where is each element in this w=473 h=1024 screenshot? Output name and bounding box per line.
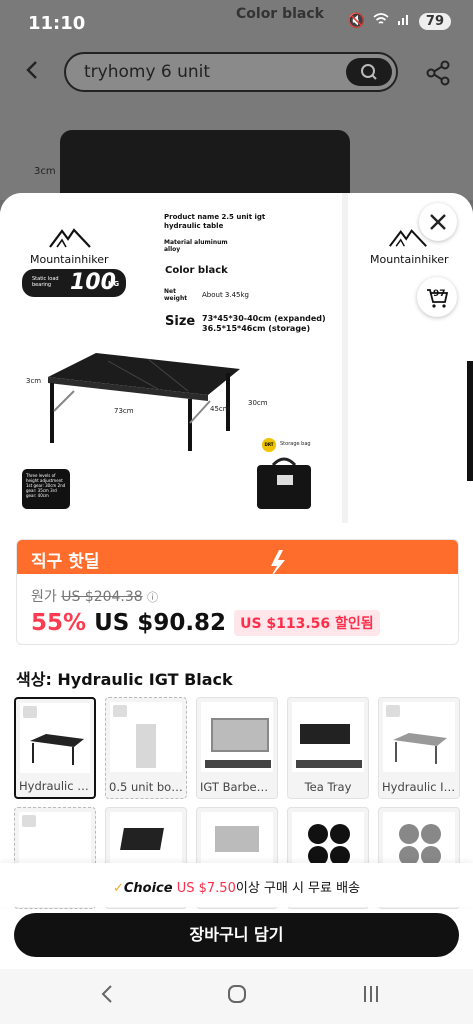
option-logo <box>23 706 37 718</box>
storage-bag-tag: Storage bag <box>280 441 311 447</box>
deal-header: 직구 핫딜 <box>17 540 458 580</box>
option-half-unit-board[interactable]: 0.5 unit board <box>105 697 187 799</box>
close-icon <box>430 214 446 230</box>
share-button[interactable] <box>423 58 453 88</box>
chevron-left-icon <box>26 61 37 79</box>
option-image <box>383 702 455 772</box>
option-tea-tray[interactable]: Tea Tray <box>287 697 369 799</box>
nav-back-button[interactable] <box>92 983 122 1009</box>
free-shipping-bar: ✓Choice US $7.50이상 구매 시 무료 배송 <box>0 863 473 907</box>
search-icon <box>361 64 377 80</box>
free-shipping-text: ✓Choice US $7.50이상 구매 시 무료 배송 <box>0 877 473 896</box>
back-button[interactable] <box>16 56 48 88</box>
brand-name: Mountainhiker <box>30 253 109 266</box>
spec-color: Color black <box>165 265 228 276</box>
spec-size-label: Size <box>165 314 196 329</box>
option-hydraulic-igt-silver[interactable]: Hydraulic IGT Silver <box>378 697 460 799</box>
option-image <box>201 702 273 772</box>
option-image <box>20 703 90 773</box>
deal-banner: 직구 핫딜 원가 US $204.38 ⓘ 55% US $90.82 US $… <box>16 539 459 645</box>
product-image-second[interactable]: Mountainhiker <box>342 193 473 523</box>
choice-check-icon: ✓ <box>112 881 124 896</box>
spec-net-weight-value: About 3.45kg <box>202 291 250 299</box>
option-label: Hydraulic IGT Black <box>19 779 94 793</box>
spec-product-name: Product name 2.5 unit igt hydraulic tabl… <box>164 213 266 230</box>
lightning-icon <box>269 550 285 580</box>
load-label: Static load bearing <box>32 276 59 288</box>
table-illustration <box>48 353 240 451</box>
cart-count: 97 <box>433 289 446 299</box>
signal-icon <box>397 12 411 30</box>
close-button[interactable] <box>419 203 457 241</box>
share-icon <box>426 60 450 86</box>
search-query: tryhomy 6 unit <box>84 62 211 82</box>
option-igt-barbecue-grill[interactable]: IGT Barbecue Grill <box>196 697 278 799</box>
shipping-text: 이상 구매 시 무료 배송 <box>235 881 361 896</box>
dim-30cm: 30cm <box>248 399 268 407</box>
nav-home-button[interactable] <box>222 983 252 1009</box>
shipping-threshold: US $7.50 <box>176 881 236 896</box>
background-dim-label: 3cm <box>34 166 56 177</box>
gear-note: Three levels of height adjustment 1st ge… <box>22 469 70 509</box>
load-badge: Static load bearing 100 KG <box>22 269 126 297</box>
search-button[interactable] <box>346 58 392 86</box>
option-label: IGT Barbecue Grill <box>200 780 277 794</box>
option-label: Hydraulic IGT Silver <box>382 780 459 794</box>
mute-icon: 🔇 <box>347 13 365 29</box>
add-to-cart-button[interactable]: 장바구니 담기 <box>14 913 459 957</box>
original-price-row: 원가 US $204.38 ⓘ <box>31 586 158 606</box>
saving-badge: US $113.56 할인됨 <box>234 610 380 636</box>
spec-size-value: 73*45*30-40cm (expanded) 36.5*15*46cm (s… <box>202 314 326 333</box>
price-row: 55% US $90.82 US $113.56 할인됨 <box>31 610 380 636</box>
discount-percent: 55% <box>31 610 87 636</box>
background-table-image <box>60 130 350 200</box>
status-icons: 🔇 79 <box>347 12 451 30</box>
load-unit: KG <box>108 280 120 288</box>
info-icon[interactable]: ⓘ <box>147 591 158 604</box>
option-image <box>292 702 364 772</box>
search-input[interactable]: tryhomy 6 unit <box>64 52 398 92</box>
brand-name-second: Mountainhiker <box>370 253 449 266</box>
current-price: US $90.82 <box>94 610 227 636</box>
status-time: 11:10 <box>28 13 86 34</box>
option-label: 0.5 unit board <box>109 780 186 794</box>
status-bar: 11:10 🔇 79 <box>0 0 473 48</box>
choice-label: Choice <box>123 881 173 896</box>
product-option-sheet: Mountainhiker Static load bearing 100 KG… <box>0 193 473 1024</box>
gear-note-text: Three levels of height adjustment 1st ge… <box>26 473 66 498</box>
original-price-label: 원가 <box>31 589 57 605</box>
dim-73cm: 73cm <box>114 407 134 415</box>
dim-3cm: 3cm <box>26 377 42 385</box>
option-logo <box>113 705 127 717</box>
color-option-title: 색상: Hydraulic IGT Black <box>16 670 233 689</box>
mountain-logo-icon <box>49 228 91 248</box>
option-label: Tea Tray <box>304 780 352 794</box>
storage-bag-image <box>257 457 311 509</box>
storage-bag-dot: DRT <box>262 438 276 452</box>
wifi-icon <box>373 12 389 30</box>
original-price: US $204.38 <box>61 589 143 605</box>
system-nav-bar <box>0 969 473 1024</box>
dim-45cm: 45cm <box>210 405 230 413</box>
battery-indicator: 79 <box>418 12 451 30</box>
nav-recents-button[interactable] <box>356 983 386 1009</box>
spec-net-weight-label: Net weight <box>164 288 188 302</box>
option-hydraulic-igt-black[interactable]: Hydraulic IGT Black <box>14 697 96 799</box>
deal-title: 직구 핫딜 <box>31 552 100 572</box>
cart-button[interactable]: 97 <box>417 277 457 317</box>
spec-material: Material aluminum alloy <box>164 239 228 253</box>
chevron-left-icon <box>101 985 112 1003</box>
option-image <box>110 702 182 772</box>
second-image-edge <box>467 361 473 481</box>
product-image-main[interactable]: Mountainhiker Static load bearing 100 KG… <box>0 193 340 523</box>
top-nav: tryhomy 6 unit <box>0 48 473 100</box>
recents-icon <box>364 986 378 1002</box>
home-icon <box>228 985 246 1003</box>
option-logo <box>386 705 400 717</box>
image-gallery[interactable]: Mountainhiker Static load bearing 100 KG… <box>0 193 473 523</box>
